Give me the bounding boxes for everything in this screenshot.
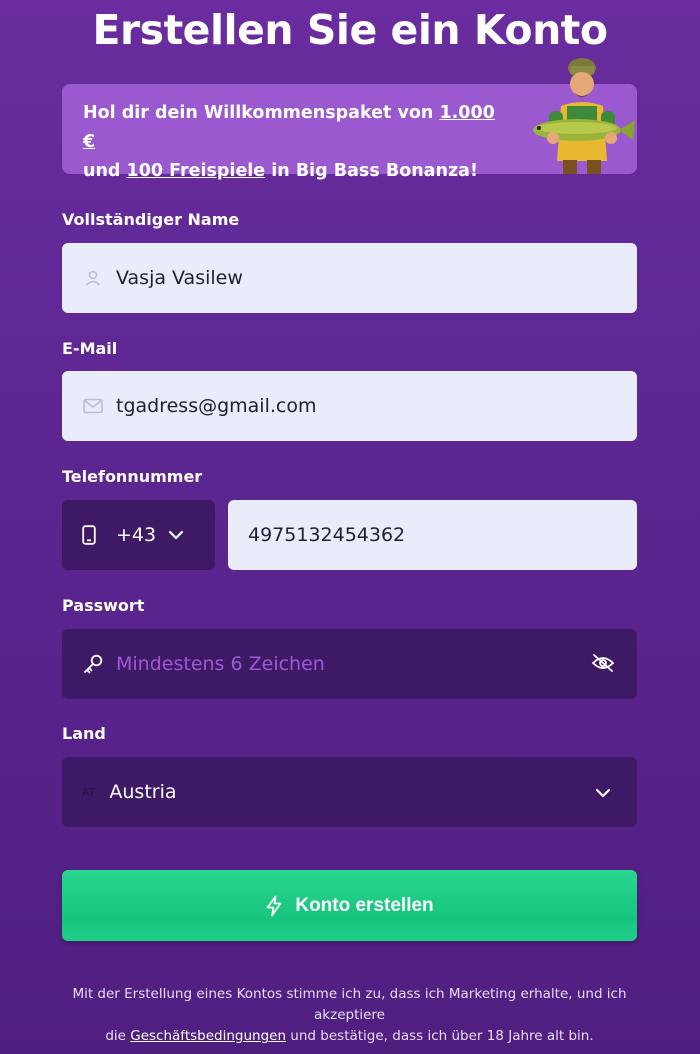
terms-text: Mit der Erstellung eines Kontos stimme i… <box>72 986 627 1044</box>
user-icon <box>82 267 104 289</box>
chevron-down-icon <box>595 783 611 802</box>
country-code-select[interactable]: +43 <box>62 500 215 570</box>
banner-text: Hol dir dein Willkommenspaket von 1.000 … <box>83 103 495 181</box>
country-label: Land <box>62 724 106 743</box>
free-spins: 100 Freispiele <box>126 161 266 181</box>
email-label: E-Mail <box>62 339 118 358</box>
phone-number-field[interactable]: 4975132454362 <box>228 500 637 570</box>
key-icon <box>82 653 104 675</box>
phone-label: Telefonnummer <box>62 467 203 486</box>
phone-number-value: 4975132454362 <box>248 524 406 546</box>
chevron-down-icon <box>168 530 184 540</box>
create-account-label: Konto erstellen <box>295 894 434 916</box>
welcome-banner: Hol dir dein Willkommenspaket von 1.000 … <box>62 58 637 181</box>
email-field[interactable]: tgadress@gmail.com <box>62 371 637 441</box>
create-account-button[interactable]: Konto erstellen <box>62 870 637 941</box>
bolt-icon <box>265 895 283 917</box>
mail-icon <box>82 395 104 417</box>
email-value: tgadress@gmail.com <box>116 395 317 417</box>
country-flag-icon: AT <box>82 785 96 799</box>
name-value: Vasja Vasilew <box>116 267 243 289</box>
password-placeholder: Mindestens 6 Zeichen <box>116 653 325 675</box>
name-field[interactable]: Vasja Vasilew <box>62 243 637 313</box>
fisherman-mascot-image <box>533 58 635 174</box>
eye-off-icon[interactable] <box>591 653 615 677</box>
password-label: Passwort <box>62 596 145 615</box>
name-label: Vollständiger Name <box>62 210 240 229</box>
country-code-value: +43 <box>116 524 157 546</box>
page-title: Erstellen Sie ein Konto <box>92 6 608 54</box>
terms-link[interactable]: Geschäftsbedingungen <box>130 1028 286 1044</box>
country-value: Austria <box>109 781 177 803</box>
country-select[interactable]: AT Austria <box>62 757 637 827</box>
password-field[interactable]: Mindestens 6 Zeichen <box>62 629 637 699</box>
phone-icon <box>82 525 102 545</box>
